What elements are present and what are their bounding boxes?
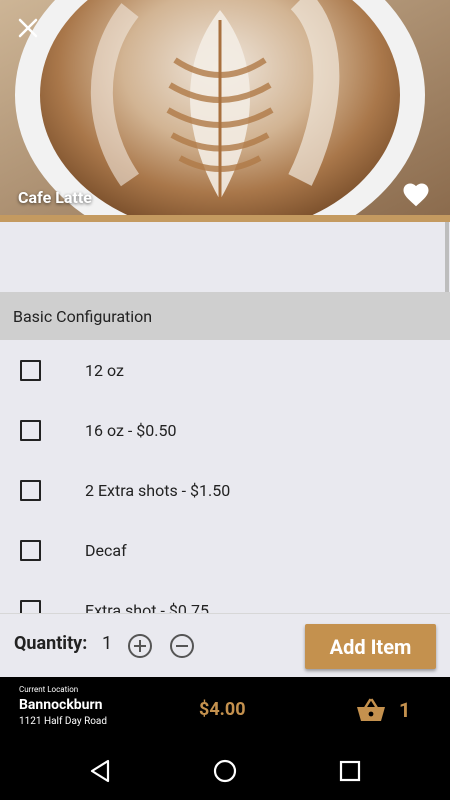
option-label: Extra shot - $0.75 bbox=[85, 601, 210, 613]
option-label: 12 oz bbox=[85, 361, 124, 380]
option-checkbox[interactable] bbox=[20, 420, 41, 441]
decrease-quantity-button[interactable] bbox=[169, 633, 195, 659]
option-label: 16 oz - $0.50 bbox=[85, 421, 177, 440]
product-title: Cafe Latte bbox=[18, 188, 92, 207]
quantity-bar: Quantity: 1 Add Item bbox=[0, 613, 450, 677]
plus-circle-icon bbox=[128, 634, 152, 658]
minus-circle-icon bbox=[170, 634, 194, 658]
option-row[interactable]: Extra shot - $0.75 bbox=[0, 581, 450, 613]
close-icon bbox=[18, 18, 38, 38]
home-button[interactable] bbox=[211, 757, 239, 785]
close-button[interactable] bbox=[14, 14, 42, 42]
option-row[interactable]: 12 oz bbox=[0, 341, 450, 401]
favorite-button[interactable] bbox=[401, 180, 431, 210]
recents-icon bbox=[339, 760, 361, 782]
home-icon bbox=[213, 759, 237, 783]
option-checkbox[interactable] bbox=[20, 360, 41, 381]
option-row[interactable]: 16 oz - $0.50 bbox=[0, 401, 450, 461]
location-caption: Current Location bbox=[19, 685, 79, 694]
heart-icon bbox=[403, 183, 429, 207]
basket-icon[interactable] bbox=[356, 697, 386, 723]
option-row[interactable]: 2 Extra shots - $1.50 bbox=[0, 461, 450, 521]
location-address: 1121 Half Day Road bbox=[19, 716, 108, 727]
option-row[interactable]: Decaf bbox=[0, 521, 450, 581]
quantity-value: 1 bbox=[102, 633, 113, 654]
scrollbar[interactable] bbox=[445, 222, 449, 295]
option-checkbox[interactable] bbox=[20, 600, 41, 613]
option-label: Decaf bbox=[85, 541, 127, 560]
back-button[interactable] bbox=[86, 757, 114, 785]
option-checkbox[interactable] bbox=[20, 540, 41, 561]
order-total: $4.00 bbox=[199, 699, 246, 720]
system-navigation-bar bbox=[0, 743, 450, 800]
option-label: 2 Extra shots - $1.50 bbox=[85, 481, 231, 500]
basket-icon-graphic bbox=[357, 698, 385, 721]
recents-button[interactable] bbox=[336, 757, 364, 785]
add-item-button[interactable]: Add Item bbox=[305, 624, 436, 669]
options-panel[interactable]: Basic Configuration 12 oz 16 oz - $0.50 … bbox=[0, 222, 450, 613]
increase-quantity-button[interactable] bbox=[127, 633, 153, 659]
cart-count[interactable]: 1 bbox=[399, 698, 410, 722]
location-name[interactable]: Bannockburn bbox=[19, 697, 103, 713]
section-header: Basic Configuration bbox=[0, 292, 450, 340]
product-hero-image: Cafe Latte bbox=[0, 0, 450, 222]
back-icon bbox=[90, 759, 110, 783]
option-checkbox[interactable] bbox=[20, 480, 41, 501]
cart-footer: Current Location Bannockburn 1121 Half D… bbox=[0, 677, 450, 743]
quantity-label: Quantity: bbox=[14, 633, 88, 654]
